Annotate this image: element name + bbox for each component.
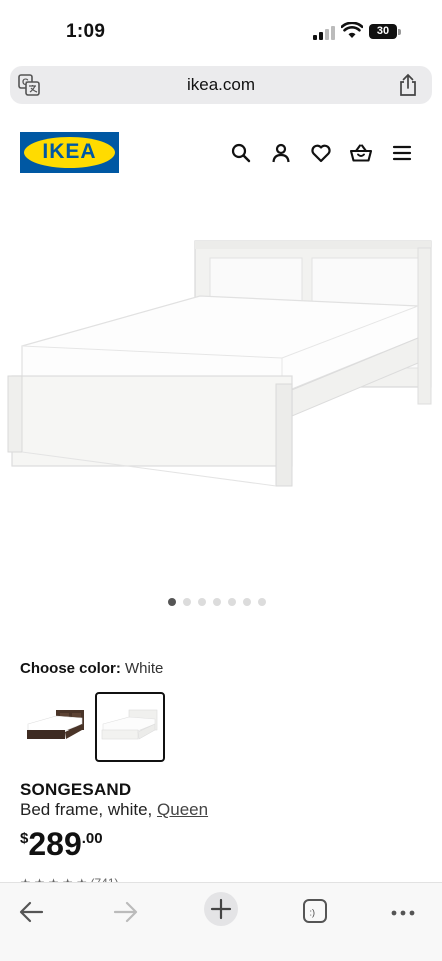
gallery-dot[interactable] [168,598,176,606]
status-bar: 1:09 30 [0,0,442,62]
gallery-dot[interactable] [183,598,191,606]
product-description-text: Bed frame, white, [20,800,158,819]
gallery-dot[interactable] [213,598,221,606]
gallery-dot[interactable] [198,598,206,606]
product-image-bed[interactable] [0,188,442,588]
browser-toolbar: :) [0,882,442,961]
gallery-dot[interactable] [258,598,266,606]
logo-text: IKEA [42,140,97,163]
product-description: Bed frame, white, Queen [20,800,208,820]
gallery-dot[interactable] [228,598,236,606]
color-value: White [125,660,164,677]
price-decimal: .00 [81,830,103,847]
product-name: SONGESAND [20,780,132,799]
ikea-logo[interactable]: IKEA [20,132,119,173]
basket-icon[interactable] [349,141,373,165]
more-icon[interactable] [386,897,420,927]
clock-time: 1:09 [66,21,106,42]
new-tab-icon[interactable] [203,891,239,927]
size-link[interactable]: Queen [157,800,208,819]
address-bar[interactable]: G ikea.com [10,66,432,104]
cellular-signal-icon [313,26,335,40]
battery-tip [398,29,401,35]
search-icon[interactable] [229,141,253,165]
svg-text::): :) [310,908,316,918]
url-text[interactable]: ikea.com [10,75,432,95]
back-icon[interactable] [15,897,49,927]
forward-icon[interactable] [108,897,142,927]
heart-icon[interactable] [309,141,333,165]
gallery-dot[interactable] [243,598,251,606]
price-whole: 289 [28,826,82,862]
menu-icon[interactable] [390,141,414,165]
color-label: Choose color: [20,660,121,677]
color-swatch-white[interactable] [95,692,165,762]
wifi-icon [341,22,363,38]
product-price: $289.00 [20,826,103,863]
price-currency: $ [20,830,29,847]
color-chooser-label: Choose color: White [20,660,163,677]
share-icon[interactable] [398,73,418,97]
color-swatch-brown-black[interactable] [22,692,88,758]
battery-indicator: 30 [369,24,397,39]
account-icon[interactable] [269,141,293,165]
tabs-icon[interactable]: :) [298,897,332,927]
